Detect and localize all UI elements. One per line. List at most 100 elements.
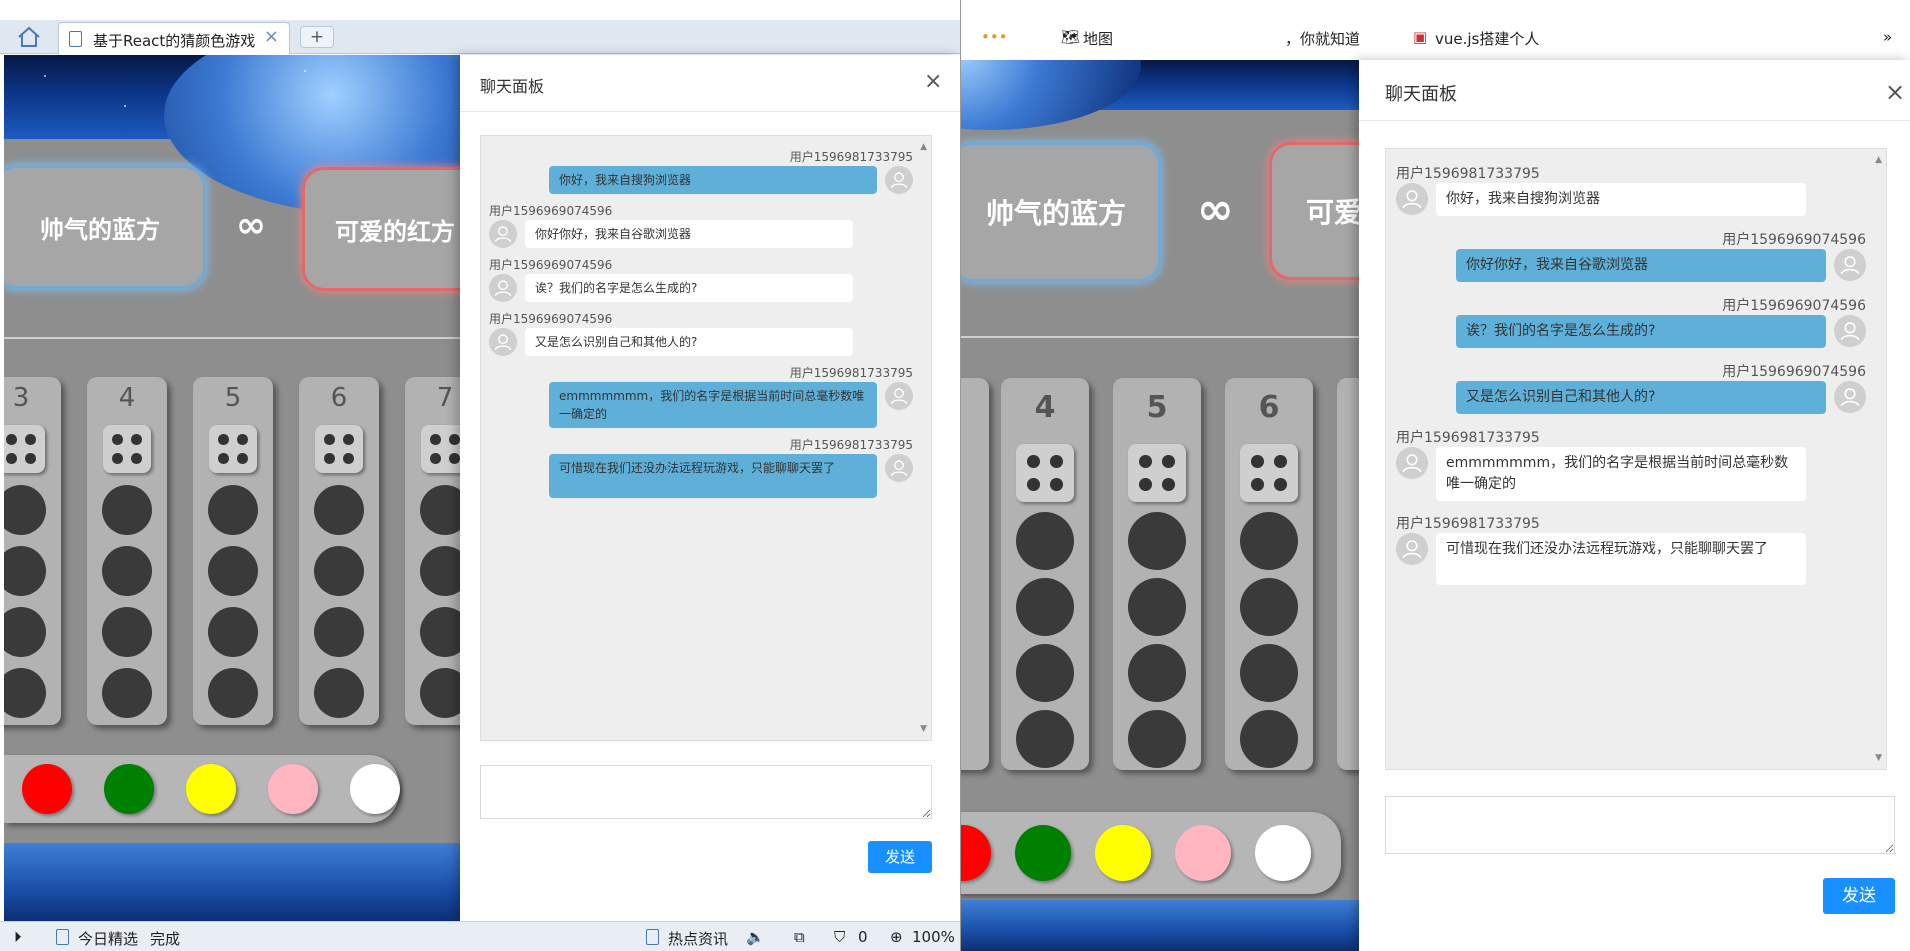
guess-slot[interactable] [208, 668, 258, 718]
guess-slot[interactable] [102, 546, 152, 596]
guess-slot[interactable] [1016, 644, 1074, 702]
guess-slot[interactable] [4, 546, 46, 596]
color-choice[interactable] [350, 764, 400, 814]
guess-column[interactable]: 4 [1001, 378, 1089, 770]
guess-slot[interactable] [1240, 644, 1298, 702]
home-icon[interactable] [16, 25, 42, 49]
guess-slot[interactable] [1240, 710, 1298, 768]
guess-slot[interactable] [1016, 512, 1074, 570]
close-icon[interactable]: × [924, 69, 942, 94]
color-choice[interactable] [186, 764, 236, 814]
guess-slot[interactable] [1240, 512, 1298, 570]
scroll-down-icon[interactable]: ▼ [920, 724, 927, 734]
scroll-down-icon[interactable]: ▼ [1875, 753, 1882, 763]
dice-pip [343, 453, 354, 464]
guess-slot[interactable] [4, 485, 46, 535]
chat-message: 用户1596981733795 你好，我来自搜狗浏览器 [1386, 163, 1876, 216]
color-choice[interactable] [1175, 825, 1231, 881]
guess-column[interactable] [1337, 378, 1361, 770]
bookmark-vue-icon: ▣ [1413, 28, 1428, 46]
tab-close-icon[interactable]: × [264, 28, 279, 46]
zoom-icon[interactable]: ⊕ [890, 928, 903, 946]
send-button[interactable]: 发送 [1823, 878, 1895, 914]
chat-message: 用户1596969074596 诶？我们的名字是怎么生成的? [1386, 295, 1876, 348]
guess-slot[interactable] [420, 607, 460, 657]
guess-slot[interactable] [1016, 710, 1074, 768]
guess-column[interactable]: 3 [4, 377, 61, 725]
column-number: 6 [1258, 390, 1280, 425]
dice-pip [324, 434, 335, 445]
guess-slot[interactable] [1128, 644, 1186, 702]
color-choice[interactable] [1095, 825, 1151, 881]
bookmark-partial-1[interactable]: ，你就知道 [1285, 28, 1360, 49]
guess-column[interactable]: 4 [87, 377, 167, 725]
user-avatar-icon [1834, 315, 1866, 347]
status-bar: ⏵ 今日精选 完成 热点资讯 🔈 ⧉ ⛉ 0 ⊕ 100% [0, 921, 960, 951]
bookmark-partial-2[interactable]: vue.js搭建个人 [1435, 28, 1539, 49]
guess-slot[interactable] [420, 485, 460, 535]
guess-slot[interactable] [1240, 578, 1298, 636]
color-choice[interactable] [1255, 825, 1311, 881]
bookmarks-more-icon[interactable]: » [1883, 28, 1892, 46]
message-list[interactable]: ▲ ▼ 用户1596981733795 你好，我来自搜狗浏览器 用户15969690… [1385, 148, 1887, 770]
dice-pip [131, 434, 142, 445]
guess-column[interactable] [961, 378, 989, 770]
panel-divider [460, 111, 960, 112]
guess-column[interactable]: 6 [299, 377, 379, 725]
guess-slot[interactable] [314, 485, 364, 535]
color-choice[interactable] [104, 764, 154, 814]
guess-column[interactable]: 5 [1113, 378, 1201, 770]
bookmark-map[interactable]: 地图 [1083, 28, 1113, 49]
message-username: 用户1596981733795 [1396, 430, 1540, 446]
color-choice[interactable] [1015, 825, 1071, 881]
guess-slot[interactable] [208, 546, 258, 596]
sidebar-toggle-icon[interactable]: ⏵ [14, 928, 22, 946]
guess-slot[interactable] [102, 668, 152, 718]
guess-slot[interactable] [1128, 710, 1186, 768]
shield-icon[interactable]: ⛉ [834, 928, 845, 946]
screenshot-icon[interactable]: ⧉ [794, 928, 805, 946]
column-number: 5 [224, 383, 242, 413]
guess-slot[interactable] [4, 607, 46, 657]
color-choice[interactable] [22, 764, 72, 814]
zoom-level[interactable]: 100% [912, 928, 955, 946]
guess-slot[interactable] [420, 546, 460, 596]
guess-slot[interactable] [1128, 578, 1186, 636]
user-avatar-icon [489, 220, 517, 248]
guess-slot[interactable] [314, 546, 364, 596]
guess-column[interactable]: 6 [1225, 378, 1313, 770]
tab-active[interactable]: 基于React的猜颜色游戏 × [58, 22, 290, 54]
guess-slot[interactable] [314, 668, 364, 718]
apps-icon[interactable]: ••• [981, 28, 1008, 46]
daily-picks-link[interactable]: 今日精选 [78, 928, 138, 949]
message-list[interactable]: ▲ ▼ 用户1596981733795 你好，我来自搜狗浏览器 用户15969690… [480, 135, 932, 741]
speaker-icon[interactable]: 🔈 [746, 928, 765, 946]
new-tab-button[interactable]: + [300, 26, 334, 48]
guess-slot[interactable] [102, 485, 152, 535]
scroll-up-icon[interactable]: ▲ [920, 142, 927, 152]
guess-slot[interactable] [314, 607, 364, 657]
hot-news-link[interactable]: 热点资讯 [668, 928, 728, 949]
guess-slot[interactable] [208, 607, 258, 657]
message-bubble: 又是怎么识别自己和其他人的? [525, 328, 853, 356]
guess-slot[interactable] [1128, 512, 1186, 570]
user-avatar-icon [1396, 447, 1428, 479]
color-choice[interactable] [268, 764, 318, 814]
guess-slot[interactable] [102, 607, 152, 657]
color-choice[interactable] [961, 825, 991, 881]
chat-panel-title: 聊天面板 [1385, 84, 1457, 105]
guess-slot[interactable] [4, 668, 46, 718]
guess-slot[interactable] [208, 485, 258, 535]
guess-slot[interactable] [1016, 578, 1074, 636]
send-button[interactable]: 发送 [868, 841, 932, 873]
chat-message: 用户1596981733795 可惜现在我们还没办法远程玩游戏，只能聊聊天罢了 [481, 436, 921, 498]
guess-column[interactable]: 7 [405, 377, 460, 725]
chat-message: 用户1596969074596 又是怎么识别自己和其他人的? [481, 310, 921, 356]
message-input[interactable] [1385, 796, 1895, 854]
guess-slot[interactable] [420, 668, 460, 718]
close-icon[interactable]: × [1885, 78, 1905, 106]
scroll-up-icon[interactable]: ▲ [1875, 155, 1882, 165]
message-input[interactable] [480, 765, 932, 819]
guess-column[interactable]: 5 [193, 377, 273, 725]
dice-icon [209, 425, 257, 473]
